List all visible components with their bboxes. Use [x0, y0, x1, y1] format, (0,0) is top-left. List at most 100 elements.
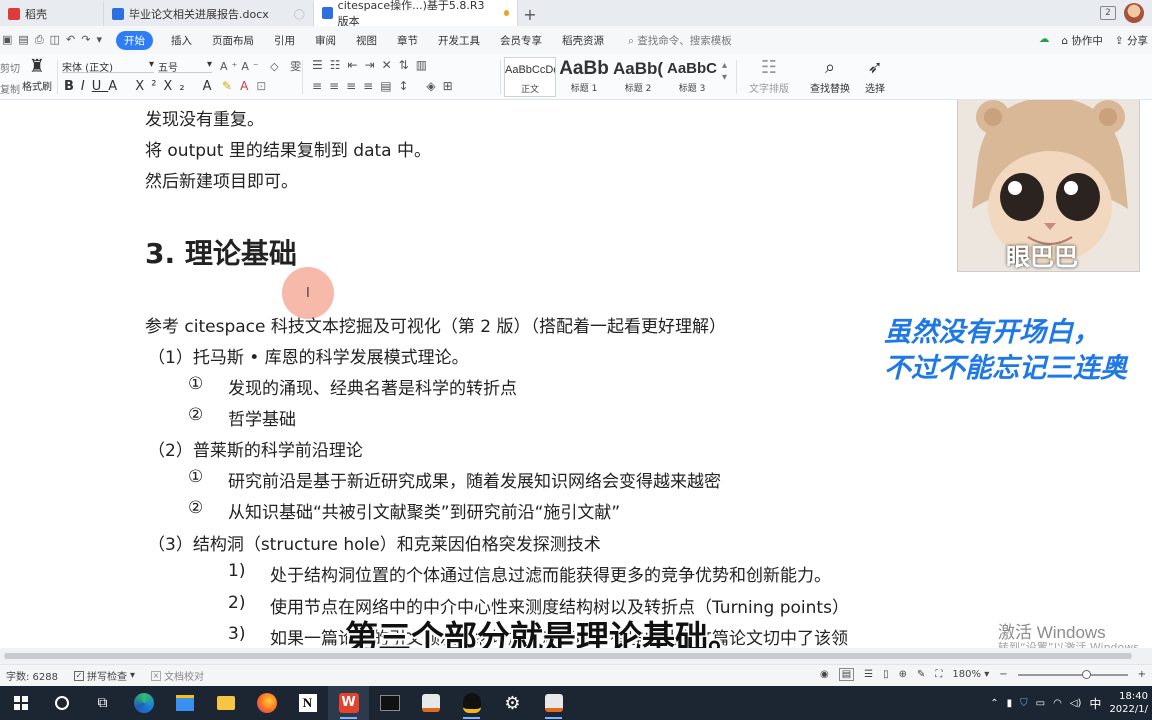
outline-view-icon[interactable]: ☰: [864, 669, 873, 680]
preview-icon[interactable]: ◫: [50, 33, 60, 47]
word-count[interactable]: 字数: 6288: [6, 668, 58, 683]
java-app[interactable]: [410, 686, 451, 720]
zoom-in-button[interactable]: +: [1138, 669, 1146, 680]
menu-page-layout[interactable]: 页面布局: [212, 33, 254, 48]
select-button[interactable]: ➶ 选择: [858, 56, 892, 95]
undo-icon[interactable]: ↶: [66, 33, 75, 47]
clock[interactable]: 18:40 2022/1/: [1109, 690, 1148, 716]
share-button[interactable]: ⇪ 分享: [1115, 33, 1148, 48]
eye-protection-icon[interactable]: ◉: [820, 669, 829, 680]
battery-icon[interactable]: ▭: [1036, 698, 1045, 709]
color-tools[interactable]: ✎A⊡: [222, 79, 274, 93]
cut-button[interactable]: 剪切: [0, 60, 20, 75]
wifi-icon[interactable]: ◠: [1053, 698, 1062, 709]
paragraph-reference: 参考 citespace 科技文本挖掘及可视化（第 2 版）（搭配着一起看更好理…: [145, 317, 726, 337]
tab-daoke[interactable]: 稻壳: [0, 2, 104, 26]
menu-view[interactable]: 视图: [356, 33, 377, 48]
tab-progress-report[interactable]: 毕业论文相关进展报告.docx ◯: [104, 2, 314, 26]
wps-doc-icon: [322, 7, 333, 19]
settings-app[interactable]: ⚙: [492, 686, 533, 720]
window-count-badge[interactable]: 2: [1100, 6, 1116, 20]
java-app-2[interactable]: [533, 686, 574, 720]
store-app[interactable]: [164, 686, 205, 720]
style-heading-2[interactable]: AaBb( 标题 2: [612, 57, 664, 97]
gear-icon: ⚙: [504, 692, 521, 714]
pen-icon[interactable]: ✎: [917, 669, 925, 680]
tab-citespace[interactable]: citespace操作...)基于5.8.R3版本: [314, 0, 518, 28]
menu-chapter[interactable]: 章节: [397, 33, 418, 48]
chevron-down-icon[interactable]: ▾: [96, 33, 102, 47]
explorer-app[interactable]: [205, 686, 246, 720]
export-icon[interactable]: ▤: [18, 33, 28, 47]
zoom-level[interactable]: 180% ▾: [952, 669, 989, 680]
text-format-tools[interactable]: BIUA X²X₂ A: [64, 79, 219, 94]
text-layout-button[interactable]: ☷ 文字排版: [742, 56, 796, 95]
firefox-app[interactable]: [246, 686, 287, 720]
copy-button[interactable]: 复制: [0, 81, 20, 96]
redo-icon[interactable]: ↷: [81, 33, 90, 47]
fit-page-icon[interactable]: ⛶: [935, 669, 942, 680]
zoom-slider[interactable]: [1017, 669, 1128, 679]
qq-penguin-icon: [462, 693, 481, 713]
new-tab-button[interactable]: +: [518, 2, 542, 26]
web-view-icon[interactable]: ⊕: [899, 669, 907, 680]
zoom-out-button[interactable]: −: [999, 669, 1007, 680]
font-name-select[interactable]: 宋体 (正文) ▾: [62, 59, 154, 74]
reading-view-icon[interactable]: ▯: [883, 669, 889, 680]
menu-insert[interactable]: 插入: [171, 33, 192, 48]
avatar[interactable]: [1124, 3, 1144, 23]
windows-taskbar: ⧉ N W ⚙ ⌃ ▮ ⛉ ▭ ◠ ◁) 中 18:40 2022/1/: [0, 686, 1152, 720]
format-painter-button[interactable]: ♜ 格式刷: [22, 56, 52, 93]
style-heading-1[interactable]: AaBb 标题 1: [558, 57, 610, 97]
ribbon: 剪切 复制 ♜ 格式刷 宋体 (正文) ▾ 五号 ▾ A⁺A⁻ ◇ 雯 BIUA X…: [0, 54, 1152, 100]
font-size-tools[interactable]: A⁺A⁻ ◇ 雯: [220, 58, 305, 74]
search-button[interactable]: [41, 686, 82, 720]
styles-scroll[interactable]: ▴ ▾: [722, 60, 727, 84]
spell-check-toggle[interactable]: ✓ 拼写检查 ▾: [74, 668, 135, 683]
wps-icon: W: [338, 693, 359, 713]
wps-app[interactable]: W: [328, 686, 369, 720]
shield-icon[interactable]: ⛉: [1020, 698, 1028, 709]
notion-app[interactable]: N: [287, 686, 328, 720]
paragraph-list-tools[interactable]: ☰☷⇤⇥✕⇅▥: [312, 58, 434, 72]
java-icon: [544, 694, 563, 712]
style-heading-3[interactable]: AaBbC 标题 3: [666, 57, 718, 97]
menu-member[interactable]: 会员专享: [500, 33, 542, 48]
find-replace-button[interactable]: ⌕ 查找替换: [804, 56, 856, 95]
list-item: 哲学基础: [228, 410, 296, 430]
menu-references[interactable]: 引用: [274, 33, 295, 48]
doc-proofread-button[interactable]: × 文档校对: [151, 668, 204, 683]
close-icon[interactable]: ◯: [294, 9, 305, 20]
task-view-button[interactable]: ⧉: [82, 686, 123, 720]
paragraph: 然后新建项目即可。: [145, 172, 298, 192]
menu-review[interactable]: 审阅: [315, 33, 336, 48]
page-view-icon[interactable]: ▤: [838, 668, 855, 681]
scrollbar-thumb[interactable]: [4, 653, 1132, 659]
font-size-select[interactable]: 五号 ▾: [158, 59, 212, 74]
cat-sticker-image: 眼巴巴: [957, 100, 1140, 272]
edge-app[interactable]: [123, 686, 164, 720]
font-color-icon: A: [240, 79, 257, 93]
menu-daoke-resources[interactable]: 稻壳资源: [562, 33, 604, 48]
style-normal[interactable]: AaBbCcDd 正文: [504, 57, 556, 97]
windows-logo-icon: [13, 696, 28, 710]
search-icon: ⌕: [824, 57, 836, 78]
command-search[interactable]: ⌕ 查找命令、搜索模板: [628, 33, 732, 48]
volume-icon[interactable]: ◁): [1070, 698, 1082, 709]
document-canvas[interactable]: 发现没有重复。 将 output 里的结果复制到 data 中。 然后新建项目即…: [0, 100, 1152, 648]
show-hidden-icons[interactable]: ⌃: [990, 698, 998, 709]
menu-home[interactable]: 开始: [116, 30, 153, 50]
menu-developer[interactable]: 开发工具: [438, 33, 480, 48]
sync-icon[interactable]: ☁: [1039, 33, 1050, 48]
start-button[interactable]: [0, 686, 41, 720]
paragraph-align-tools[interactable]: ≡≡≡≡▤↕ ◈⊞: [312, 79, 460, 93]
qq-app[interactable]: [451, 686, 492, 720]
ime-indicator[interactable]: 中: [1089, 695, 1101, 712]
horizontal-scrollbar[interactable]: [0, 648, 1152, 664]
collaborate-button[interactable]: ⌂ 协作中: [1061, 33, 1103, 48]
zoom-slider-knob[interactable]: [1081, 669, 1091, 679]
print-icon[interactable]: ⎙: [35, 33, 44, 47]
save-icon[interactable]: ▣: [2, 33, 12, 47]
terminal-app[interactable]: [369, 686, 410, 720]
microphone-icon[interactable]: ▮: [1007, 698, 1013, 709]
